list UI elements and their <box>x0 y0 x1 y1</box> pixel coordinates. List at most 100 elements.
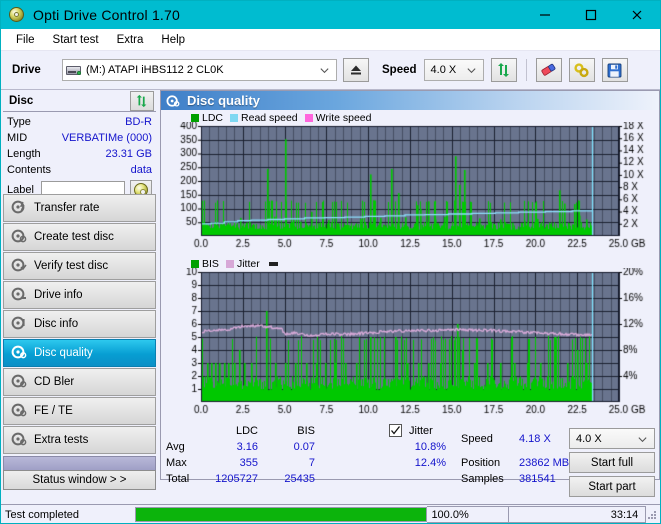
legend-marker <box>268 262 278 266</box>
sidebar-item-fe-te[interactable]: FE / TE <box>3 397 156 425</box>
sidebar-label: Transfer rate <box>34 202 100 214</box>
link-button[interactable] <box>568 58 595 82</box>
title-bar: Opti Drive Control 1.70 <box>1 1 660 29</box>
start-full-button[interactable]: Start full <box>569 452 655 473</box>
disc-type-value: BD-R <box>125 116 152 128</box>
refresh-button[interactable] <box>490 58 517 82</box>
sidebar-item-transfer-rate[interactable]: Transfer rate <box>3 194 156 222</box>
maximize-icon[interactable] <box>568 1 614 29</box>
speed-stat-value: 4.18 X <box>519 433 551 445</box>
stats-max-ldc: 355 <box>239 457 258 469</box>
sidebar-item-extra-tests[interactable]: Extra tests <box>3 426 156 454</box>
progress-percent: 100.0% <box>427 506 509 523</box>
erase-button[interactable] <box>535 58 562 82</box>
disc-mid-value: VERBATIMe (000) <box>61 132 152 144</box>
stats-col-ldc: LDC <box>235 425 258 437</box>
drive-select-value: (M:) ATAPI iHBS112 2 CL0K <box>86 64 224 76</box>
disc-verify-icon <box>11 257 29 275</box>
sidebar-label: Create test disc <box>34 231 114 243</box>
drive-select[interactable]: (M:) ATAPI iHBS112 2 CL0K <box>62 59 337 81</box>
status-message: Test completed <box>5 508 79 521</box>
resize-grip-icon[interactable] <box>646 509 658 521</box>
disc-contents-value: data <box>130 164 152 176</box>
minimize-icon[interactable] <box>522 1 568 29</box>
status-bar: Test completed 100.0% 33:14 <box>1 504 660 523</box>
disc-info-icon <box>11 315 29 333</box>
speed-label: Speed <box>382 64 417 76</box>
disc-row-contents: Contents data <box>3 162 156 178</box>
speed-select[interactable]: 4.0 X <box>423 59 484 81</box>
sidebar-item-disc-info[interactable]: Disc info <box>3 310 156 338</box>
progress-bar <box>135 507 428 522</box>
speed-stat-label: Speed <box>461 433 493 445</box>
save-icon <box>607 63 622 77</box>
menu-help[interactable]: Help <box>152 32 194 48</box>
position-stat-value: 23862 MB <box>519 457 570 469</box>
window-title: Opti Drive Control 1.70 <box>33 7 180 23</box>
panel-header: Disc quality <box>161 91 659 110</box>
stats-area: LDC BIS Jitter Avg Max Total 3.16 355 12… <box>161 424 660 497</box>
drive-info-icon <box>11 286 29 304</box>
disc-contents-label: Contents <box>7 164 52 176</box>
stats-avg-ldc: 3.16 <box>236 441 258 453</box>
sidebar-item-drive-info[interactable]: Drive info <box>3 281 156 309</box>
disc-bler-icon <box>11 373 29 391</box>
disc-row-type: Type BD-R <box>3 114 156 130</box>
stats-max-bis: 7 <box>308 457 315 469</box>
sidebar-filler <box>3 456 156 470</box>
save-button[interactable] <box>601 58 628 82</box>
sidebar-item-disc-quality[interactable]: Disc quality <box>3 339 156 367</box>
close-icon[interactable] <box>614 1 660 29</box>
eraser-icon <box>541 63 556 76</box>
samples-stat-label: Samples <box>461 473 504 485</box>
elapsed-time: 33:14 <box>508 506 647 523</box>
stats-row-avg-label: Avg <box>166 441 185 453</box>
disc-refresh-button[interactable] <box>130 90 154 111</box>
check-icon <box>391 426 401 435</box>
eject-button[interactable] <box>343 58 369 82</box>
refresh-icon <box>497 63 509 77</box>
stats-total-ldc: 1205727 <box>215 473 258 485</box>
menu-file[interactable]: File <box>7 32 44 48</box>
disc-create-icon <box>11 228 29 246</box>
link-icon <box>574 62 589 77</box>
progress-bar-fill <box>136 508 427 521</box>
disc-panel-title: Disc <box>9 94 34 107</box>
disc-fete-icon <box>11 402 29 420</box>
disc-mid-label: MID <box>7 132 28 144</box>
left-panel: Disc Type BD-R MID VERBATIMe (000) Lengt… <box>1 90 158 490</box>
status-window-button[interactable]: Status window > > <box>3 470 156 490</box>
menu-start-test[interactable]: Start test <box>44 32 108 48</box>
legend-swatch <box>304 114 313 122</box>
stats-avg-bis: 0.07 <box>293 441 315 453</box>
menu-bar: File Start test Extra Help <box>1 29 660 51</box>
jitter-checkbox[interactable] <box>389 424 402 437</box>
bis-jitter-chart <box>161 268 659 418</box>
disc-row-mid: MID VERBATIMe (000) <box>3 130 156 146</box>
toolbar-separator <box>525 59 527 81</box>
sidebar-label: Disc info <box>34 318 79 330</box>
stats-total-bis: 25435 <box>284 473 315 485</box>
speed-select-value: 4.0 X <box>430 64 457 76</box>
sidebar-item-create-test-disc[interactable]: Create test disc <box>3 223 156 251</box>
disc-row-length: Length 23.31 GB <box>3 146 156 162</box>
sidebar-label: Verify test disc <box>34 260 109 272</box>
speed-select-bottom[interactable]: 4.0 X <box>569 428 655 449</box>
sidebar-label: CD Bler <box>34 376 75 388</box>
menu-extra[interactable]: Extra <box>108 32 153 48</box>
start-part-button[interactable]: Start part <box>569 476 655 497</box>
disc-length-label: Length <box>7 148 41 160</box>
sidebar-label: Disc quality <box>34 347 93 359</box>
sidebar-item-cd-bler[interactable]: CD Bler <box>3 368 156 396</box>
drive-label: Drive <box>12 64 41 76</box>
chevron-down-icon <box>466 68 476 74</box>
stats-row-max-label: Max <box>166 457 187 469</box>
sidebar-item-verify-test-disc[interactable]: Verify test disc <box>3 252 156 280</box>
drive-toolbar: Drive (M:) ATAPI iHBS112 2 CL0K Speed 4.… <box>1 51 660 90</box>
chevron-down-icon <box>638 437 647 443</box>
disc-panel-header: Disc <box>3 90 156 112</box>
disc-bolt-icon <box>11 199 29 217</box>
stats-col-bis: BIS <box>297 425 315 437</box>
legend-swatch <box>230 114 239 122</box>
refresh-icon <box>136 94 147 107</box>
